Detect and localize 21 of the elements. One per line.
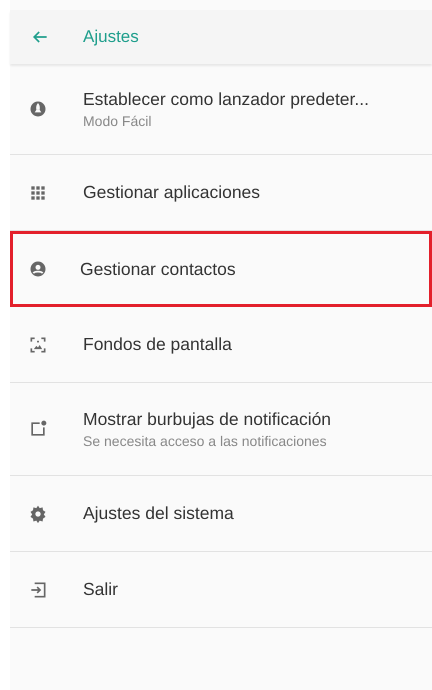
- settings-item[interactable]: Gestionar contactos: [10, 231, 432, 307]
- settings-item[interactable]: Establecer como lanzador predeter... Modo Fácil: [10, 64, 432, 155]
- settings-item[interactable]: Mostrar burbujas de notificación Se necesita acceso a las notificaciones: [10, 383, 432, 476]
- settings-item[interactable]: Salir: [10, 552, 432, 628]
- screen-title: Ajustes: [83, 27, 139, 47]
- account-icon: [28, 259, 48, 279]
- rocket-badge-icon: [28, 99, 48, 119]
- settings-item[interactable]: Fondos de pantalla: [10, 307, 432, 383]
- item-title: Salir: [83, 579, 118, 600]
- item-title: Establecer como lanzador predeter...: [83, 89, 369, 110]
- item-title: Gestionar contactos: [80, 258, 236, 280]
- item-title: Mostrar burbujas de notificación: [83, 409, 332, 430]
- settings-icon: [28, 504, 48, 524]
- item-subtitle: Se necesita acceso a las notificaciones: [83, 433, 328, 449]
- item-title: Ajustes del sistema: [83, 503, 234, 524]
- item-subtitle: Modo Fácil: [83, 113, 152, 129]
- settings-item[interactable]: Gestionar aplicaciones: [10, 155, 432, 231]
- item-title: Fondos de pantalla: [83, 334, 232, 355]
- settings-item[interactable]: Ajustes del sistema: [10, 476, 432, 552]
- item-title: Gestionar aplicaciones: [83, 182, 260, 203]
- wallpaper-icon: [28, 334, 48, 354]
